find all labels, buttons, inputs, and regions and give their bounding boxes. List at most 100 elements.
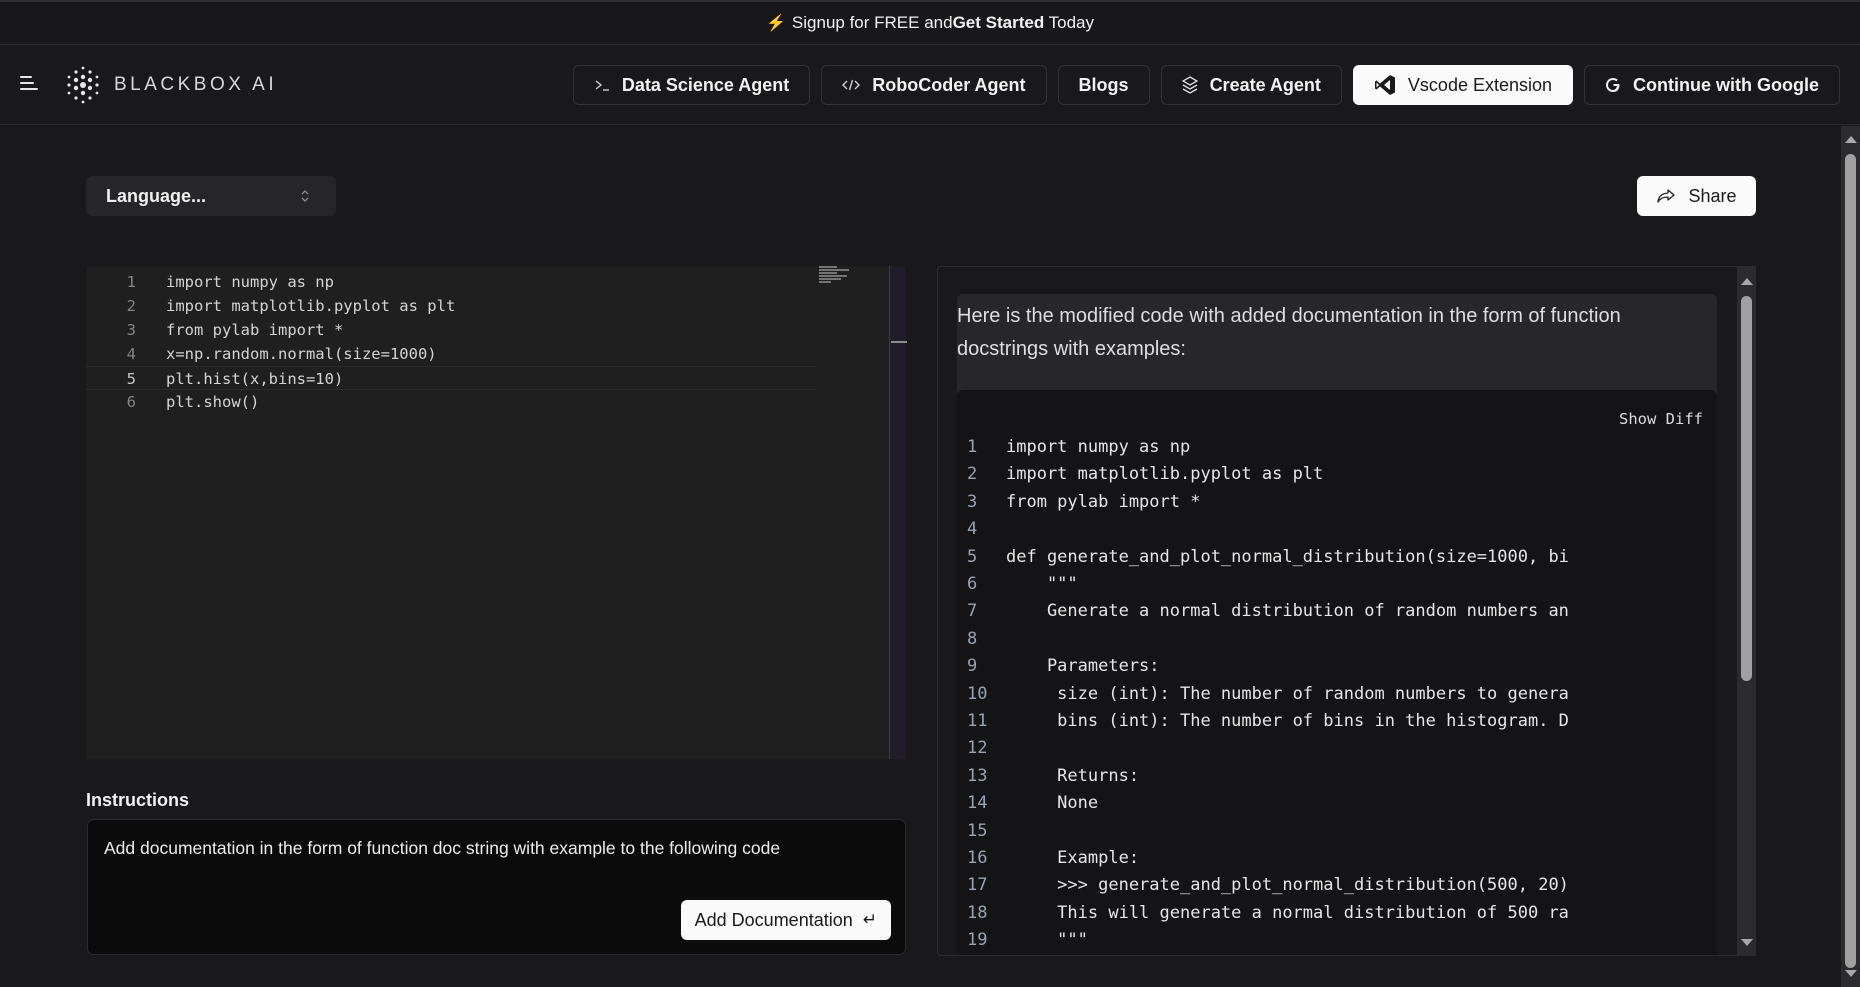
nav-label: Continue with Google xyxy=(1633,74,1819,95)
output-code-line: 15 xyxy=(957,818,1717,845)
line-code: """ xyxy=(1006,574,1078,594)
editor-scroll-marker xyxy=(891,341,907,343)
scroll-down-arrow-icon[interactable] xyxy=(1741,939,1753,946)
blogs-button[interactable]: Blogs xyxy=(1057,65,1150,105)
line-number: 1 xyxy=(967,437,978,457)
line-code: import matplotlib.pyplot as plt xyxy=(1006,464,1324,485)
language-select[interactable]: Language... xyxy=(86,176,336,216)
layers-icon xyxy=(1181,76,1198,94)
line-code: """ xyxy=(1006,930,1088,951)
line-code[interactable]: plt.show() xyxy=(166,390,259,414)
editor-line[interactable]: 4 x=np.random.normal(size=1000) xyxy=(86,342,816,366)
line-number: 16 xyxy=(967,848,988,868)
line-number: 1 xyxy=(126,273,136,291)
line-code[interactable]: plt.hist(x,bins=10) xyxy=(166,367,343,391)
add-documentation-label: Add Documentation xyxy=(694,909,853,930)
line-number: 3 xyxy=(126,321,136,339)
output-code-line: 2 import matplotlib.pyplot as plt xyxy=(957,461,1717,488)
output-panel: Here is the modified code with added doc… xyxy=(937,266,1755,956)
line-number: 18 xyxy=(967,902,988,923)
line-number: 10 xyxy=(967,683,988,704)
line-code: Example: xyxy=(1006,848,1140,868)
show-diff-button[interactable]: Show Diff xyxy=(1619,410,1703,428)
output-scroll-thumb[interactable] xyxy=(1741,296,1752,681)
line-code: None xyxy=(1006,793,1099,814)
line-number: 3 xyxy=(967,491,978,512)
instructions-label: Instructions xyxy=(86,790,190,810)
editor-scrollbar[interactable] xyxy=(889,266,907,759)
language-select-value: Language... xyxy=(106,185,207,206)
terminal-icon xyxy=(594,78,610,92)
line-number: 11 xyxy=(967,711,988,731)
line-code: import numpy as np xyxy=(1006,437,1191,457)
line-number: 17 xyxy=(967,875,988,896)
logo-text: BLACKBOX AI xyxy=(114,74,278,95)
output-code-line: 4 xyxy=(957,516,1717,543)
editor-minimap[interactable] xyxy=(819,266,859,283)
line-code: bins (int): The number of bins in the hi… xyxy=(1006,711,1569,731)
line-code: from pylab import * xyxy=(1006,491,1201,512)
vscode-icon xyxy=(1374,74,1396,96)
share-button[interactable]: Share xyxy=(1637,176,1756,216)
line-code: def generate_and_plot_normal_distributio… xyxy=(1006,546,1569,567)
editor-line[interactable]: 5 plt.hist(x,bins=10) xyxy=(86,366,816,390)
robocoder-agent-button[interactable]: RoboCoder Agent xyxy=(821,65,1047,105)
line-code[interactable]: import numpy as np xyxy=(166,270,334,294)
output-code-line: 11 bins (int): The number of bins in the… xyxy=(957,708,1717,735)
output-code-line: 7 Generate a normal distribution of rand… xyxy=(957,598,1717,625)
editor-line[interactable]: 2 import matplotlib.pyplot as plt xyxy=(86,294,816,318)
line-number: 6 xyxy=(967,574,978,594)
line-code[interactable]: import matplotlib.pyplot as plt xyxy=(166,294,455,318)
data-science-agent-button[interactable]: Data Science Agent xyxy=(572,65,811,105)
output-code-line: 12 xyxy=(957,735,1717,762)
output-scrollbar[interactable] xyxy=(1737,266,1756,956)
instructions-input[interactable]: Add documentation in the form of functio… xyxy=(87,819,906,955)
line-code[interactable]: x=np.random.normal(size=1000) xyxy=(166,342,437,366)
code-editor[interactable]: 1 import numpy as np 2 import matplotlib.py… xyxy=(86,266,907,759)
nav-buttons: Data Science Agent RoboCoder Agent Blogs… xyxy=(572,65,1840,105)
output-code-line: 18 This will generate a normal distribut… xyxy=(957,900,1717,927)
assistant-response: Here is the modified code with added doc… xyxy=(957,294,1717,955)
logo[interactable]: BLACKBOX AI xyxy=(64,65,277,105)
output-code-line: 17 >>> generate_and_plot_normal_distribu… xyxy=(957,872,1717,899)
page-scroll-thumb[interactable] xyxy=(1845,154,1856,968)
banner-suffix: Today xyxy=(1044,13,1094,32)
output-code-line: 13 Returns: xyxy=(957,763,1717,790)
nav-label: Blogs xyxy=(1078,74,1129,95)
page-scroll-up-icon[interactable] xyxy=(1845,136,1857,143)
create-agent-button[interactable]: Create Agent xyxy=(1160,65,1342,105)
output-code-line: 6 """ xyxy=(957,571,1717,598)
line-code: size (int): The number of random numbers… xyxy=(1006,683,1569,704)
code-icon xyxy=(842,78,861,92)
editor-line[interactable]: 1 import numpy as np xyxy=(86,270,816,294)
output-code-line: 9 Parameters: xyxy=(957,653,1717,680)
editor-line[interactable]: 6 plt.show() xyxy=(86,390,816,414)
continue-with-google-button[interactable]: Continue with Google xyxy=(1584,65,1840,105)
line-number: 2 xyxy=(126,297,136,315)
page-scrollbar[interactable] xyxy=(1841,126,1860,987)
line-code: >>> generate_and_plot_normal_distributio… xyxy=(1006,875,1569,896)
signup-banner[interactable]: ⚡ Signup for FREE and Get Started Today xyxy=(0,0,1860,45)
line-code: This will generate a normal distribution… xyxy=(1006,902,1569,923)
add-documentation-button[interactable]: Add Documentation ↵ xyxy=(680,900,891,940)
vscode-extension-button[interactable]: Vscode Extension xyxy=(1352,65,1574,105)
page-scroll-down-icon[interactable] xyxy=(1845,970,1857,977)
line-number: 6 xyxy=(126,393,136,411)
line-number: 19 xyxy=(967,930,988,951)
line-code: Parameters: xyxy=(1006,656,1160,677)
menu-icon[interactable] xyxy=(20,75,40,91)
line-code[interactable]: from pylab import * xyxy=(166,318,343,342)
line-code: Returns: xyxy=(1006,765,1140,786)
scroll-up-arrow-icon[interactable] xyxy=(1741,278,1753,285)
line-number: 14 xyxy=(967,793,988,814)
output-code-line: 16 Example: xyxy=(957,845,1717,872)
output-code-line: 1 import numpy as np xyxy=(957,434,1717,461)
nav-label: Data Science Agent xyxy=(621,74,790,95)
enter-icon: ↵ xyxy=(862,910,877,929)
editor-line[interactable]: 3 from pylab import * xyxy=(86,318,816,342)
response-code-block: Show Diff 1 import numpy as np 2 import mat… xyxy=(957,390,1717,955)
banner-prefix: Signup for FREE and xyxy=(791,13,953,32)
banner-bold: Get Started xyxy=(952,13,1045,32)
instructions-text[interactable]: Add documentation in the form of functio… xyxy=(104,838,884,859)
line-number: 15 xyxy=(967,820,988,841)
